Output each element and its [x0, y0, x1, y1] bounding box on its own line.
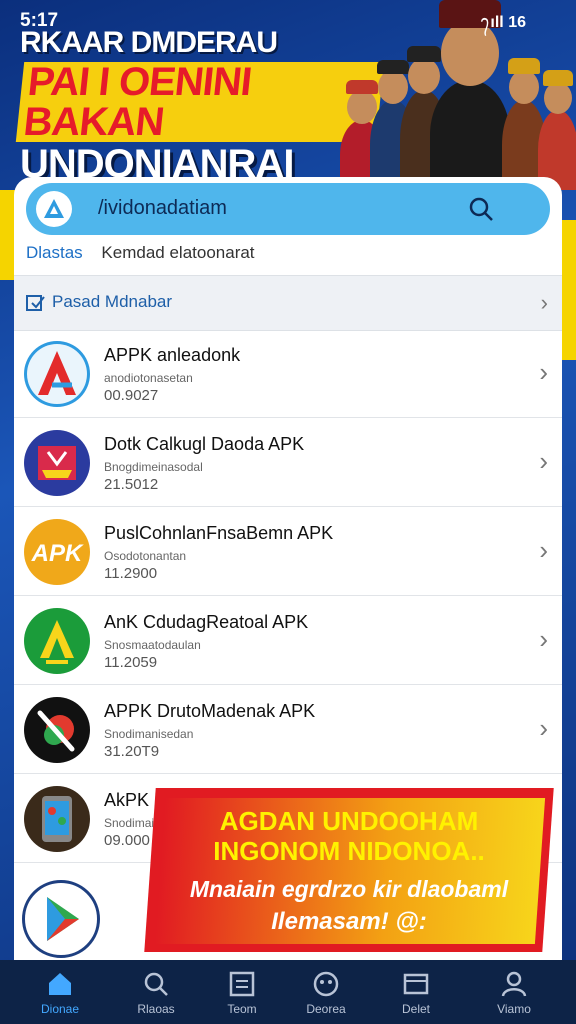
section-icon — [26, 293, 46, 318]
nav-label: Deorea — [306, 1002, 346, 1016]
promo-line-2: INGONOM NIDONOA.. — [213, 836, 485, 866]
app-version: 11.2900 — [104, 565, 158, 582]
section-header[interactable]: Pasad Mdnabar › — [14, 275, 562, 331]
promo-line-4: Ilemasam! @: — [271, 908, 427, 935]
app-name: PuslCohnlanFnsaBemn APK — [104, 523, 334, 543]
tab-primary[interactable]: Dlastas — [26, 243, 83, 262]
apk-text-icon: APK — [24, 519, 90, 585]
app-name: AnK CdudagReatoal APK — [104, 612, 309, 632]
profile-icon — [500, 970, 528, 1003]
app-list: APPK anleadonk anodiotonasetan 00.9027 ›… — [14, 329, 562, 863]
category-tabs: Dlastas Kemdad elatoonarat — [26, 243, 255, 263]
slash-circle-icon — [24, 697, 90, 763]
bottom-navigation: Dionae Rlaoas Teom Deorea Delet Viamo — [0, 960, 576, 1024]
a-logo-icon — [24, 341, 90, 407]
svg-text:APK: APK — [31, 540, 84, 567]
app-version: 21.5012 — [104, 476, 159, 493]
nav-label: Dionae — [40, 1002, 80, 1016]
tab-secondary[interactable]: Kemdad elatoonarat — [101, 243, 254, 262]
ship-logo-icon — [24, 430, 90, 496]
chevron-right-icon: › — [539, 446, 548, 476]
phone-app-icon — [24, 786, 90, 852]
search-bar[interactable]: /ividonadatiam — [26, 183, 550, 235]
banner-line-2: PAI I OENINI BAKAN — [15, 60, 385, 144]
document-icon — [228, 970, 256, 1003]
app-subtitle: Bnogdimeinasodal — [104, 460, 203, 474]
app-name: Dotk Calkugl Daoda APK — [104, 434, 305, 454]
app-subtitle: Snodimanisedan — [104, 727, 194, 741]
chevron-right-icon: › — [539, 357, 548, 387]
app-subtitle: anodiotonasetan — [104, 371, 193, 385]
app-version: 11.2059 — [104, 654, 158, 671]
promo-banner[interactable]: AGDAN UNDOOHAM INGONOM NIDONOA.. Mnaiain… — [144, 788, 554, 952]
nav-item-search[interactable]: Rlaoas — [108, 960, 204, 1024]
list-item[interactable]: Dotk Calkugl Daoda APK Bnogdimeinasodal … — [14, 418, 562, 507]
nav-item-home[interactable]: Dionae — [12, 960, 108, 1024]
app-subtitle: Snosmaatodaulan — [104, 638, 201, 652]
search-icon — [142, 970, 170, 1003]
nav-item-folder[interactable]: Delet — [368, 960, 464, 1024]
nav-label: Rlaoas — [137, 1002, 175, 1016]
section-label: Pasad Mdnabar — [52, 292, 173, 311]
app-logo-icon — [36, 191, 72, 227]
app-name: APPK anleadonk — [104, 345, 241, 365]
nav-label: Delet — [401, 1002, 430, 1016]
home-icon — [46, 970, 74, 1003]
chevron-right-icon: › — [539, 535, 548, 565]
chevron-right-icon: › — [539, 713, 548, 743]
chevron-right-icon: › — [539, 624, 548, 654]
status-indicators: ᭢ıll 16 — [480, 14, 526, 31]
nav-label: Teom — [227, 1002, 257, 1016]
chevron-right-icon: › — [540, 290, 548, 315]
app-subtitle: Osodotonantan — [104, 549, 187, 563]
list-item[interactable]: AnK CdudagReatoal APK Snosmaatodaulan 11… — [14, 596, 562, 685]
app-name: APPK DrutoMadenak APK — [104, 701, 316, 721]
search-icon[interactable] — [468, 196, 494, 227]
promo-line-3: Mnaiain egrdrzo kir dlaobaml — [189, 876, 509, 902]
banner-people-illustration — [340, 0, 576, 190]
app-version: 09.000 — [104, 832, 150, 849]
status-bar: 5:17 ᭢ıll 16 — [0, 0, 576, 40]
app-version: 31.20T9 — [104, 743, 160, 760]
chat-icon — [312, 970, 340, 1003]
nav-item-profile[interactable]: Viamo — [466, 960, 562, 1024]
nav-item-document[interactable]: Teom — [194, 960, 290, 1024]
list-item[interactable]: APK PuslCohnlanFnsaBemn APK Osodotonanta… — [14, 507, 562, 596]
folder-icon — [402, 970, 430, 1003]
play-store-icon[interactable] — [22, 880, 100, 958]
search-input[interactable]: /ividonadatiam — [98, 197, 227, 220]
nav-label: Viamo — [497, 1002, 531, 1016]
list-item[interactable]: APPK DrutoMadenak APK Snodimanisedan 31.… — [14, 685, 562, 774]
app-version: 00.9027 — [104, 387, 159, 404]
status-time: 5:17 — [20, 10, 59, 31]
promo-line-1: AGDAN UNDOOHAM — [219, 806, 479, 836]
list-item[interactable]: APPK anleadonk anodiotonasetan 00.9027 › — [14, 329, 562, 418]
green-a-icon — [24, 608, 90, 674]
nav-item-chat[interactable]: Deorea — [278, 960, 374, 1024]
